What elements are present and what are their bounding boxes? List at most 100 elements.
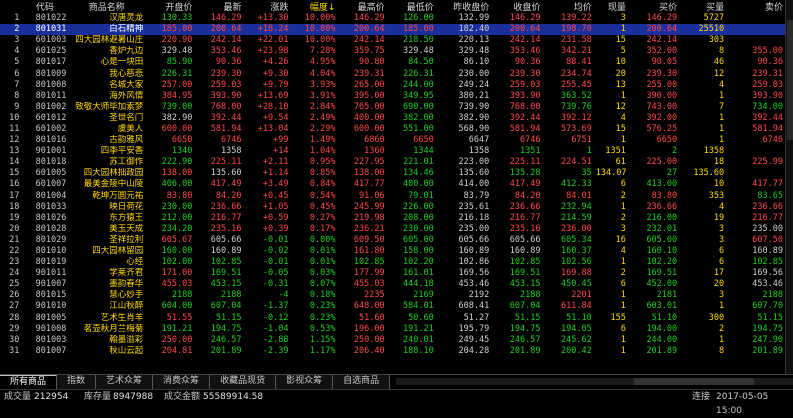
column-header-avg[interactable]: 均价 (542, 0, 594, 13)
cell-open: 160.00 (161, 246, 193, 257)
table-row[interactable]: 13 901001 四季平安香 1340 1358 +14 1.04% 1360 1344 135… (0, 146, 785, 157)
cell-bid: 452.00 (646, 279, 678, 290)
column-header-low[interactable]: 最低价 (386, 0, 436, 13)
tab-1[interactable]: 指数 (57, 375, 97, 389)
table-row[interactable]: 29 901008 茗壶秋月兰梅菊 191.21 194.75 -1.04 0.53% 196… (0, 324, 785, 335)
cell-low: 1344 (413, 146, 434, 157)
table-row[interactable]: 18 801033 映日荷花 230.00 236.66 +1.05 0.45% 245.99… (0, 202, 785, 213)
table-row[interactable]: 6 801009 我心慈悲 226.31 239.30 +9.30 4.04% 239.31 2… (0, 68, 785, 79)
table-row[interactable]: 20 801028 美玉天成 234.20 235.16 +0.39 0.17% 236.21… (0, 224, 785, 235)
table-row[interactable]: 2 801031 白石精神 185.00 200.64 +18.24 10.00% 200.6… (0, 24, 785, 36)
table-row[interactable]: 19 801026 东方猿王 212.00 216.77 +0.59 0.27% 219.98… (0, 213, 785, 224)
table-row[interactable]: 14 801018 苏工御作 222.90 225.11 +2.11 0.95% 227.95… (0, 157, 785, 168)
table-row[interactable]: 8 801011 海外风情 384.95 393.90 +13.69 3.91% 395.00… (0, 91, 785, 102)
table-row[interactable]: 17 801004 乾坤万圆元祐 83.80 84.20 +0.45 0.54% 91.06 7… (0, 191, 785, 202)
cell-close: 225.11 (509, 157, 541, 168)
cell-latest: 2188 (221, 290, 242, 301)
cell-prev-close: 182.40 (435, 24, 492, 36)
cell-name: 心经 (126, 257, 144, 268)
table-row[interactable]: 26 801015 慧心妙手 2188 2188 -4 0.18% 2235 2169 2192 2… (0, 290, 785, 301)
cell-bid-volume: 17 (713, 268, 725, 279)
cell-bid-volume: 1 (719, 112, 725, 123)
cell-change-pct: 0.18% (309, 290, 336, 301)
cell-volume-now: 2 (620, 212, 626, 223)
table-row[interactable]: 12 801016 古韵雅风 6650 6746 +99 1.49% 6860 6650 6647… (0, 135, 785, 146)
column-header-bid[interactable]: 买价 (627, 0, 680, 13)
table-row[interactable]: 3 601003 四大园林避暑山庄 220.90 242.14 +22.01 10.00% 2… (0, 35, 785, 46)
table-row[interactable]: 27 901010 江山秋醉 604.00 607.04 -1.37 0.23% 648.00… (0, 301, 785, 312)
column-header-open[interactable]: 开盘价 (145, 0, 195, 13)
table-row[interactable]: 24 901011 学莱齐君 171.00 169.51 -0.05 0.03% 177.99… (0, 268, 785, 279)
tab-2[interactable]: 艺术众筹 (96, 375, 154, 389)
scrollbar-thumb[interactable] (787, 20, 793, 140)
horizontal-scrollbar[interactable] (396, 378, 793, 385)
column-header-close[interactable]: 收盘价 (491, 0, 543, 13)
table-row[interactable]: 30 801003 翰墨溢彩 250.00 246.57 -2.88 1.15% 250.00… (0, 335, 785, 346)
cell-code: 901007 (35, 279, 67, 290)
cell-prev-close: 132.99 (458, 13, 490, 24)
cell-high: 161.80 (353, 246, 385, 257)
table-row[interactable]: 22 801010 四大园林留园 160.00 160.89 -0.02 0.01% 161.… (0, 246, 785, 257)
cell-avg: 450.45 (561, 279, 592, 290)
table-row[interactable]: 21 801029 圣祥拉利 605.67 605.66 -0.01 0.00% 609.50… (0, 235, 785, 246)
cell-row-index: 3 (14, 35, 20, 46)
table-row[interactable]: 16 601007 最美金陵中山陵 406.00 417.49 +3.49 0.84% 417… (0, 179, 785, 190)
column-header-bid-volume[interactable]: 买量 (679, 0, 727, 13)
column-header-latest[interactable]: 最新 (194, 0, 244, 13)
cell-change: +1.05 (262, 201, 289, 212)
tab-5[interactable]: 影视众筹 (276, 375, 334, 389)
cell-ask: 102.85 (752, 257, 783, 268)
column-header-high[interactable]: 最高价 (337, 0, 387, 13)
column-header-change[interactable]: 涨跌 (243, 0, 291, 13)
tab-0[interactable]: 所有商品 (0, 375, 58, 389)
cell-ask: 734.00 (752, 101, 783, 112)
table-row[interactable]: 10 601012 圣世名门 382.90 392.44 +9.54 2.49% 400.00… (0, 113, 785, 124)
table-row[interactable]: 11 601002 虞美人 600.00 581.94 +13.04 2.29% 600.00… (0, 124, 785, 135)
column-header-name[interactable]: 商品名称 (68, 0, 146, 13)
cell-close: 392.44 (509, 112, 541, 123)
cell-change: -0.05 (262, 268, 289, 279)
cell-latest: 393.90 (210, 90, 242, 101)
vertical-scrollbar[interactable] (785, 0, 793, 374)
table-row[interactable]: 15 601005 四大园林拙政园 138.00 135.60 +1.14 0.85% 138… (0, 168, 785, 179)
cell-name: 乾坤万圆元祐 (92, 190, 144, 201)
table-row[interactable]: 28 801005 艺术生肖羊 51.55 51.15 -0.12 0.23% 51.60 50… (0, 313, 785, 324)
cell-high: 609.50 (353, 234, 385, 245)
column-header-ask[interactable]: 卖价 (726, 0, 785, 13)
cell-name: 虞美人 (117, 123, 144, 134)
table-row[interactable]: 4 601025 香炉九边 329.48 353.46 +23.98 7.28% 359.75… (0, 46, 785, 57)
tab-4[interactable]: 收藏品现货 (210, 375, 277, 389)
cell-avg: 245.62 (561, 334, 592, 345)
cell-bid-volume: 3 (719, 234, 725, 245)
table-row[interactable]: 9 801002 致敬大师毕加索梦 739.00 768.00 +28.10 2.84% 76… (0, 102, 785, 113)
table-row[interactable]: 25 901007 墨韵春华 455.03 453.15 -0.31 0.07% 455.03… (0, 279, 785, 290)
quote-table-area[interactable]: 代码 商品名称 开盘价 最新 涨跌 幅度↓ 最高价 最低价 昨收盘价 收盘价 均价 现量 买价 买量 卖价 … (0, 0, 785, 374)
cell-open: 257.00 (161, 79, 193, 90)
cell-avg: 573.69 (561, 123, 592, 134)
cell-low: 208.00 (402, 212, 434, 223)
column-header-prev-close[interactable]: 昨收盘价 (435, 0, 492, 13)
column-header-row-index[interactable] (0, 0, 22, 13)
column-header-code[interactable]: 代码 (21, 0, 69, 13)
cell-volume-now: 2 (620, 190, 626, 201)
cell-row-index: 11 (9, 123, 20, 134)
cell-change: +18.24 (243, 24, 291, 36)
table-row[interactable]: 23 801019 心经 102.00 102.85 -0.01 0.01% 102.85 10… (0, 257, 785, 268)
column-header-volume-now[interactable]: 现量 (593, 0, 628, 13)
cell-name: 四大园林避暑山庄 (75, 35, 144, 46)
column-header-change-pct[interactable]: 幅度↓ (290, 0, 338, 13)
cell-high: 102.85 (353, 257, 385, 268)
scrollbar-thumb[interactable] (634, 378, 755, 385)
cell-high: 417.77 (353, 179, 385, 190)
table-row[interactable]: 31 801007 秋山云起 204.81 201.89 -2.39 1.17% 206.40… (0, 346, 785, 357)
cell-change: -2.39 (262, 345, 289, 356)
cell-ask: 169.56 (752, 268, 783, 279)
cell-open: 222.90 (161, 157, 193, 168)
table-row[interactable]: 1 801022 汉唐灵龙 130.33 146.29 +13.30 10.00% 146.2… (0, 13, 785, 24)
table-row[interactable]: 7 801008 名城大家 257.00 259.03 +9.79 3.93% 265.00 2… (0, 80, 785, 91)
tab-3[interactable]: 消费众筹 (153, 375, 211, 389)
table-row[interactable]: 5 801017 心是一块田 85.90 90.36 +4.26 4.95% 90.80 84.… (0, 57, 785, 68)
cell-change: -2.88 (262, 334, 289, 345)
cell-low: 126.00 (402, 13, 434, 24)
tab-6[interactable]: 自选商品 (333, 375, 391, 389)
